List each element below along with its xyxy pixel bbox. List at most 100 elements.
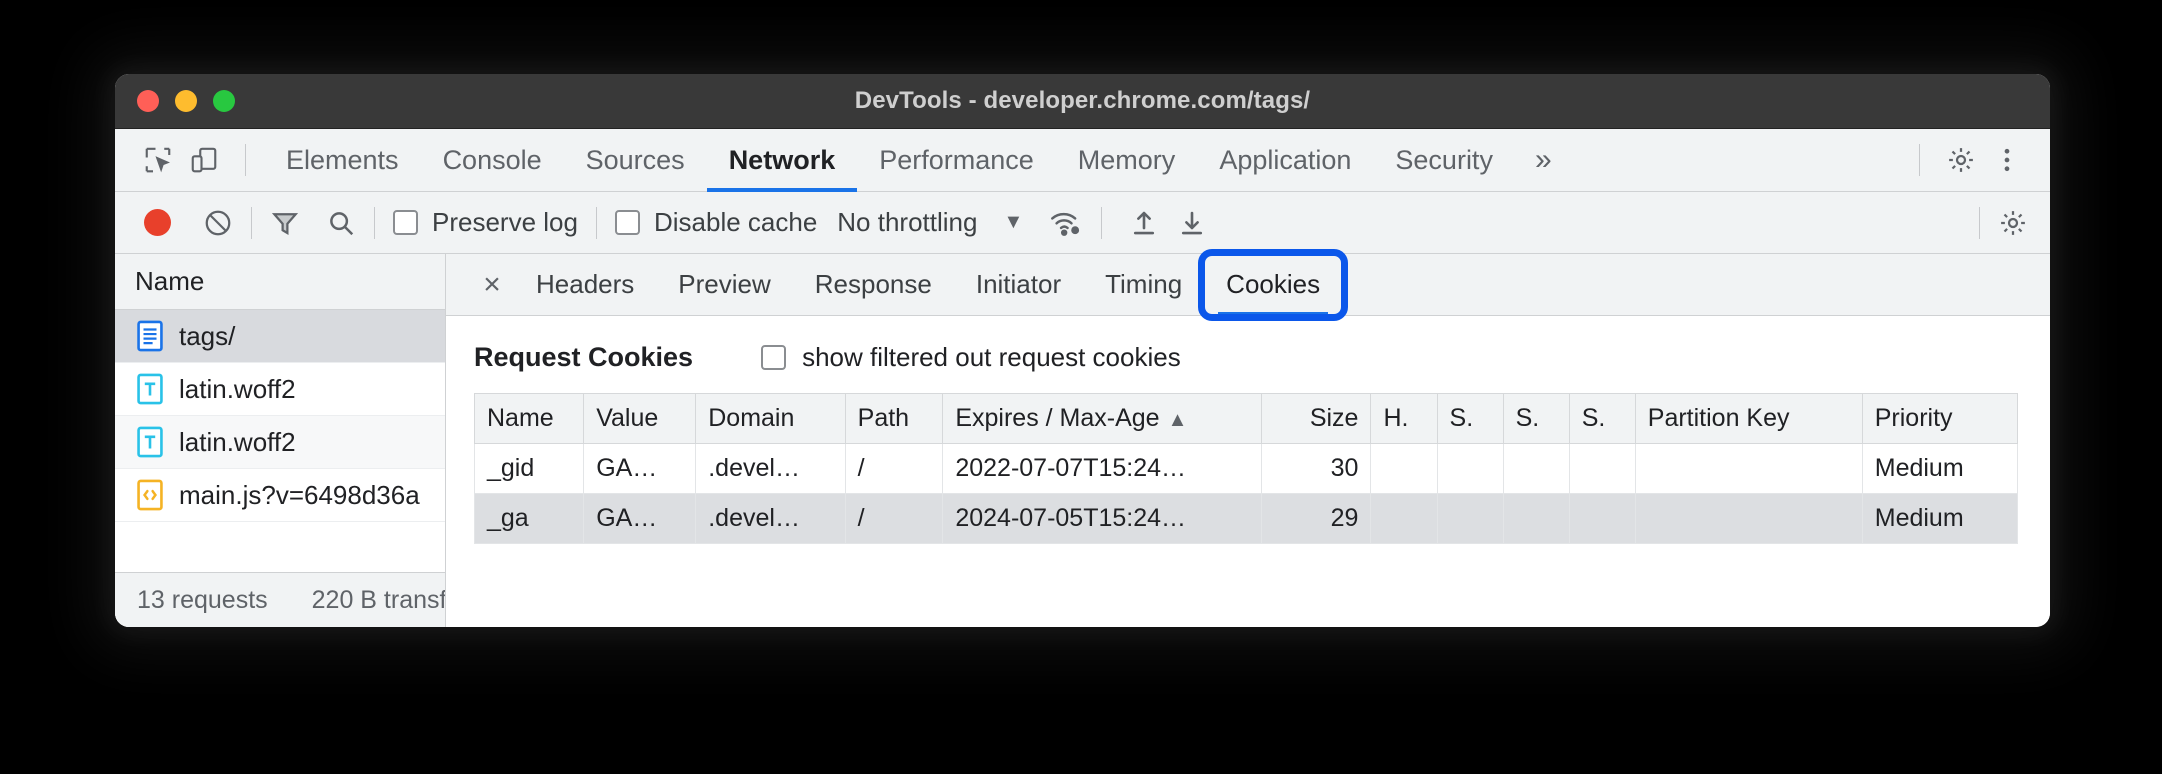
tab-performance[interactable]: Performance <box>857 129 1056 192</box>
request-name: latin.woff2 <box>179 373 296 404</box>
request-count: 13 requests <box>137 586 268 614</box>
table-row[interactable]: _ga GA… .devel… / 2024-07-05T15:24… 29 M… <box>473 493 2019 544</box>
toolbar-divider-3 <box>595 206 597 239</box>
cell-value: GA… <box>583 443 697 494</box>
filter-icon[interactable] <box>270 208 300 238</box>
cell-expires: 2022-07-07T15:24… <box>942 443 1263 494</box>
column-header-size[interactable]: Size <box>1261 393 1372 444</box>
disable-cache-checkbox[interactable]: Disable cache <box>614 207 818 238</box>
panel-tabs-actions <box>1901 137 2050 183</box>
preserve-log-checkbox[interactable]: Preserve log <box>393 207 578 238</box>
network-conditions-icon[interactable] <box>1049 208 1083 238</box>
request-name: main.js?v=6498d36a <box>179 479 420 510</box>
tab-initiator[interactable]: Initiator <box>954 254 1083 316</box>
column-header-samepartition[interactable]: S. <box>1568 393 1636 444</box>
import-har-icon[interactable] <box>1120 208 1168 238</box>
request-cookies-table: Name Value Domain Path Expires / Max-Age… <box>473 393 2019 544</box>
close-icon[interactable]: × <box>470 268 514 302</box>
request-row-latin-woff2-1[interactable]: latin.woff2 <box>115 363 445 416</box>
network-settings-gear-icon[interactable] <box>1998 208 2028 238</box>
tab-console[interactable]: Console <box>421 129 564 192</box>
disable-cache-label: Disable cache <box>653 207 818 237</box>
tab-headers[interactable]: Headers <box>514 254 656 316</box>
inspect-element-icon[interactable] <box>135 137 181 183</box>
request-row-tags[interactable]: tags/ <box>115 310 445 363</box>
column-header-domain[interactable]: Domain <box>695 393 846 444</box>
sort-ascending-icon: ▲ <box>1167 409 1188 431</box>
screenshot-root: DevTools - developer.chrome.com/tags/ El… <box>0 0 2162 774</box>
show-filtered-cookies-box[interactable] <box>761 345 787 370</box>
toolbar-divider-1 <box>251 206 252 239</box>
record-button[interactable] <box>137 209 177 236</box>
kebab-menu-icon[interactable] <box>1984 137 2030 183</box>
requests-sidebar: Name tags/ latin.woff2 latin.woff2 main.… <box>115 254 446 627</box>
tab-response-label: Response <box>814 269 932 299</box>
tab-network[interactable]: Network <box>707 129 858 192</box>
column-header-path[interactable]: Path <box>844 393 944 444</box>
clear-network-log-icon[interactable] <box>203 208 233 238</box>
requests-name-column-header[interactable]: Name <box>115 254 445 310</box>
title-bar: DevTools - developer.chrome.com/tags/ <box>115 74 2050 129</box>
request-cookies-title: Request Cookies <box>474 342 694 372</box>
cell-path: / <box>844 443 944 494</box>
column-header-httponly[interactable]: H. <box>1370 393 1438 444</box>
requests-list: tags/ latin.woff2 latin.woff2 main.js?v=… <box>115 310 445 572</box>
column-header-priority[interactable]: Priority <box>1861 393 2019 444</box>
request-name: latin.woff2 <box>179 426 296 457</box>
tab-timing[interactable]: Timing <box>1083 254 1204 316</box>
tab-cookies[interactable]: Cookies <box>1204 254 1342 316</box>
tab-performance-label: Performance <box>879 144 1034 175</box>
column-header-expires[interactable]: Expires / Max-Age ▲ <box>942 393 1263 444</box>
tab-elements-label: Elements <box>286 144 399 175</box>
script-icon <box>137 479 163 511</box>
cell-name: _gid <box>473 443 585 494</box>
device-toolbar-icon[interactable] <box>181 137 227 183</box>
network-status-bar: 13 requests 220 B transferred <box>115 572 445 627</box>
tab-timing-label: Timing <box>1105 269 1183 299</box>
tab-response[interactable]: Response <box>793 254 954 316</box>
disable-cache-checkbox-box[interactable] <box>614 210 640 235</box>
tab-sources[interactable]: Sources <box>564 129 707 192</box>
column-header-secure[interactable]: S. <box>1436 393 1504 444</box>
tab-preview-label: Preview <box>678 269 771 299</box>
table-row[interactable]: _gid GA… .devel… / 2022-07-07T15:24… 30 <box>473 443 2019 494</box>
column-header-name[interactable]: Name <box>473 393 585 444</box>
tab-security-label: Security <box>1395 144 1493 175</box>
cell-name: _ga <box>473 493 585 544</box>
tab-initiator-label: Initiator <box>975 269 1062 299</box>
search-icon[interactable] <box>326 208 356 238</box>
show-filtered-cookies-checkbox[interactable]: show filtered out request cookies <box>761 342 1181 373</box>
throttling-select-value[interactable]: No throttling <box>837 207 977 238</box>
tab-memory[interactable]: Memory <box>1056 129 1198 192</box>
cell-secure <box>1436 443 1504 494</box>
tab-application[interactable]: Application <box>1197 129 1373 192</box>
tab-preview[interactable]: Preview <box>656 254 792 316</box>
tab-elements[interactable]: Elements <box>264 129 421 192</box>
request-row-main-js[interactable]: main.js?v=6498d36a <box>115 469 445 522</box>
show-filtered-cookies-label: show filtered out request cookies <box>802 342 1181 372</box>
cell-httponly <box>1370 443 1438 494</box>
network-body: Name tags/ latin.woff2 latin.woff2 main.… <box>115 254 2050 627</box>
more-tabs-icon[interactable]: » <box>1515 143 1572 177</box>
export-har-icon[interactable] <box>1168 208 1216 238</box>
network-toolbar: Preserve log Disable cache No throttling… <box>115 192 2050 254</box>
tab-security[interactable]: Security <box>1373 129 1515 192</box>
window-title: DevTools - developer.chrome.com/tags/ <box>854 87 1311 114</box>
request-row-latin-woff2-2[interactable]: latin.woff2 <box>115 416 445 469</box>
cookies-panel: Request Cookies show filtered out reques… <box>446 316 2050 627</box>
column-header-partition-key[interactable]: Partition Key <box>1634 393 1863 444</box>
cell-priority: Medium <box>1861 443 2019 494</box>
tab-headers-label: Headers <box>536 269 635 299</box>
preserve-log-checkbox-box[interactable] <box>393 210 418 235</box>
column-header-expires-label: Expires / Max-Age <box>955 404 1160 432</box>
column-header-value[interactable]: Value <box>583 393 697 444</box>
column-header-samesite[interactable]: S. <box>1502 393 1570 444</box>
request-detail-tabs: × Headers Preview Response Initiator Tim… <box>446 254 2050 316</box>
gear-icon[interactable] <box>1938 137 1984 183</box>
tab-sources-label: Sources <box>585 144 685 175</box>
chevron-down-icon[interactable]: ▼ <box>1003 211 1023 234</box>
request-name: tags/ <box>179 320 236 351</box>
table-header-row: Name Value Domain Path Expires / Max-Age… <box>473 393 2019 444</box>
tab-application-label: Application <box>1219 144 1352 175</box>
cell-priority: Medium <box>1861 493 2019 544</box>
